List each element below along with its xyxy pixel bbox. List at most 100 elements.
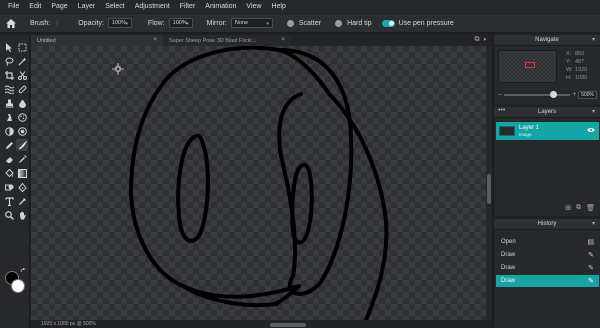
brush-icon: ✎	[588, 252, 594, 259]
burn-tool-icon[interactable]	[16, 125, 28, 137]
history-item-draw-active[interactable]: Draw ✎	[496, 275, 599, 287]
marquee-tool-icon[interactable]	[16, 41, 28, 53]
scrollbar-thumb[interactable]	[487, 174, 491, 204]
tab-super-sheep[interactable]: Super Sheep Pose 3D Blast Flicki... ×	[163, 35, 291, 46]
scatter-toggle[interactable]: Scatter	[286, 19, 322, 27]
navigate-panel: Navigate ▾ X: 860 Y: 487 W: 1920 H: 1080 – +…	[493, 35, 600, 105]
history-panel: History ▾ Open ▤ Draw ✎ Draw ✎ Draw ✎	[493, 219, 600, 328]
close-icon[interactable]: ×	[281, 37, 285, 43]
layer-name: Layer 1	[519, 124, 540, 131]
zoom-slider[interactable]	[504, 91, 570, 98]
menu-layer[interactable]: Layer	[78, 3, 96, 10]
panel-title: Layers	[537, 109, 556, 115]
brush-tool-icon[interactable]	[16, 139, 28, 151]
layer-row[interactable]: Layer 1 Image	[496, 122, 599, 140]
panel-title: Navigate	[535, 37, 559, 43]
mirror-select[interactable]: None ▾	[230, 18, 273, 28]
history-item-draw[interactable]: Draw ✎	[496, 249, 599, 261]
delete-layer-icon[interactable]: 🗑	[586, 204, 595, 212]
collapse-icon[interactable]: ▾	[592, 108, 595, 115]
menu-help[interactable]: Help	[271, 3, 285, 10]
status-bar: 1920 x 1080 px @ 500%	[31, 320, 492, 328]
hard-tip-toggle[interactable]: Hard tip	[335, 19, 372, 27]
tab-label: Untitled	[37, 37, 56, 44]
vertical-scrollbar[interactable]	[486, 46, 492, 320]
liquify-tool-icon[interactable]	[3, 83, 15, 95]
eraser-tool-icon[interactable]	[3, 153, 15, 165]
navigator-preview[interactable]	[498, 50, 557, 83]
menu-filter[interactable]: Filter	[180, 3, 196, 10]
drawing-canvas[interactable]	[31, 46, 486, 320]
move-tool-icon[interactable]	[3, 41, 15, 53]
flow-label: Flow:	[147, 19, 165, 27]
text-tool-icon[interactable]	[3, 195, 15, 207]
add-layer-icon[interactable]: ⊞	[565, 204, 571, 212]
paint-bucket-tool-icon[interactable]	[3, 167, 15, 179]
home-icon[interactable]	[6, 18, 16, 28]
menu-edit[interactable]: Edit	[29, 3, 41, 10]
magic-wand-tool-icon[interactable]	[16, 55, 28, 67]
healing-tool-icon[interactable]	[16, 83, 28, 95]
document-tabs: Untitled × Super Sheep Pose 3D Blast Fli…	[31, 35, 490, 46]
pencil-tool-icon[interactable]	[3, 139, 15, 151]
scatter-label: Scatter	[298, 19, 322, 27]
layer-thumbnail	[499, 126, 515, 136]
background-color-swatch[interactable]	[11, 279, 25, 293]
blur-tool-icon[interactable]	[16, 97, 28, 109]
horizontal-scrollbar[interactable]	[270, 323, 306, 327]
pen-tool-icon[interactable]	[16, 181, 28, 193]
opacity-value: 100%	[111, 20, 126, 26]
panel-title: History	[537, 221, 557, 227]
smudge-tool-icon[interactable]	[3, 111, 15, 123]
flow-select[interactable]: 100% ▾	[168, 18, 193, 28]
close-icon[interactable]: ×	[153, 37, 157, 43]
menu-file[interactable]: File	[8, 3, 19, 10]
mirror-value: None	[234, 20, 249, 26]
pen-pressure-toggle[interactable]: Use pen pressure	[381, 19, 454, 27]
replace-color-tool-icon[interactable]	[16, 153, 28, 165]
menu-select[interactable]: Select	[105, 3, 124, 10]
hard-tip-switch-icon	[335, 19, 343, 27]
eye-icon[interactable]	[587, 127, 595, 135]
menu-adjustment[interactable]: Adjustment	[135, 3, 170, 10]
sponge-tool-icon[interactable]	[16, 111, 28, 123]
duplicate-layer-icon[interactable]: ⧉	[576, 204, 581, 212]
crosshair-cursor-icon	[112, 63, 124, 75]
history-item-open[interactable]: Open ▤	[496, 236, 599, 248]
scatter-switch-icon	[286, 19, 294, 27]
history-item-draw[interactable]: Draw ✎	[496, 262, 599, 274]
flow-value: 100%	[172, 20, 187, 26]
arrange-windows-icon[interactable]: ⧉	[474, 36, 479, 44]
zoom-in-icon[interactable]: +	[573, 92, 577, 98]
menu-view[interactable]: View	[246, 3, 261, 10]
panel-menu-icon[interactable]: •••	[498, 107, 505, 114]
mirror-label: Mirror:	[206, 19, 227, 27]
eyedropper-tool-icon[interactable]	[16, 195, 28, 207]
brush-size-icon[interactable]: ⋮	[54, 20, 60, 27]
tab-label: Super Sheep Pose 3D Blast Flicki...	[169, 37, 257, 44]
zoom-out-icon[interactable]: –	[498, 92, 501, 98]
dodge-tool-icon[interactable]	[3, 125, 15, 137]
zoom-slider-knob[interactable]	[550, 91, 558, 98]
cut-tool-icon[interactable]	[16, 69, 28, 81]
crop-tool-icon[interactable]	[3, 69, 15, 81]
menu-page[interactable]: Page	[51, 3, 67, 10]
options-toolbar: Brush: ⋮ Opacity: 100% ▾ Flow: 100% ▾ Mi…	[0, 13, 600, 33]
zoom-tool-icon[interactable]	[3, 209, 15, 221]
hand-tool-icon[interactable]	[16, 209, 28, 221]
menu-animation[interactable]: Animation	[205, 3, 236, 10]
swap-colors-icon[interactable]	[20, 268, 26, 274]
zoom-value[interactable]: 500%	[578, 91, 597, 99]
opacity-select[interactable]: 100% ▾	[107, 18, 132, 28]
tab-untitled[interactable]: Untitled ×	[31, 35, 163, 46]
lasso-tool-icon[interactable]	[3, 55, 15, 67]
gradient-tool-icon[interactable]	[16, 167, 28, 179]
stamp-tool-icon[interactable]	[3, 97, 15, 109]
width-value: 1920	[575, 67, 588, 73]
collapse-icon[interactable]: ▾	[592, 36, 595, 43]
chevron-down-icon[interactable]: ▾	[483, 37, 486, 44]
height-value: 1080	[575, 75, 588, 81]
viewport-rectangle[interactable]	[525, 62, 535, 68]
collapse-icon[interactable]: ▾	[592, 220, 595, 227]
shape-tool-icon[interactable]	[3, 181, 15, 193]
